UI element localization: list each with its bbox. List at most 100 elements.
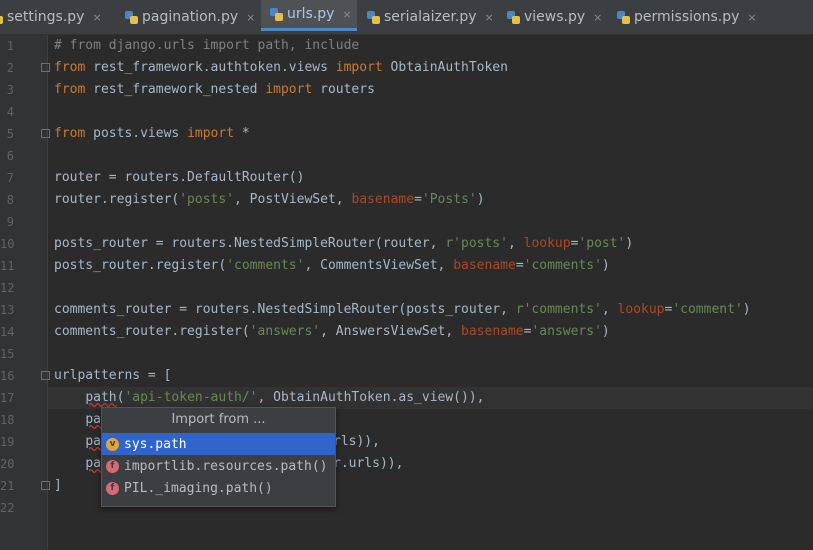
close-tab-icon[interactable]: × <box>246 11 255 24</box>
keyword-argument: basename <box>351 192 415 207</box>
tab-serialaizer-py[interactable]: serialaizer.py × <box>367 0 497 34</box>
code-text: , <box>507 236 524 251</box>
close-tab-icon[interactable]: × <box>92 11 101 24</box>
line-number: 12 <box>0 281 15 295</box>
close-tab-icon[interactable]: × <box>747 11 756 24</box>
close-tab-icon[interactable]: × <box>485 11 494 24</box>
code-line-10: posts_router = routers.NestedSimpleRoute… <box>54 233 633 255</box>
line-number: 1 <box>6 39 14 53</box>
line-number: 17 <box>0 391 15 405</box>
code-text: router.register( <box>54 192 180 207</box>
line-number: 19 <box>0 435 15 449</box>
code-line-1: # from django.urls import path, include <box>54 38 360 53</box>
tab-pagination-py[interactable]: pagination.py × <box>125 0 256 34</box>
string-literal: r'posts' <box>445 236 508 251</box>
code-text: , AnswersViewSet, <box>320 324 462 339</box>
keyword: import <box>265 82 313 97</box>
tab-views-py[interactable]: views.py × <box>507 0 607 34</box>
string-literal: 'answers' <box>531 324 602 339</box>
python-file-icon <box>367 10 380 24</box>
close-tab-icon[interactable]: × <box>593 11 602 24</box>
import-from-popup[interactable]: Import from ... v sys.path f importlib.r… <box>101 407 336 507</box>
python-file-icon <box>270 7 283 21</box>
python-file-icon <box>507 10 520 24</box>
code-text: ) <box>601 324 610 339</box>
string-literal: 'post' <box>578 236 626 251</box>
string-literal: 'comments' <box>226 258 305 273</box>
code-line-8: router.register('posts', PostViewSet, ba… <box>54 189 485 211</box>
popup-item-importlib-path[interactable]: f importlib.resources.path() <box>102 455 335 477</box>
code-text: ) <box>476 192 485 207</box>
keyword-argument: basename <box>461 324 524 339</box>
popup-item-label: sys.path <box>124 436 187 452</box>
line-number: 16 <box>0 369 15 383</box>
unresolved-reference[interactable]: path <box>85 390 116 405</box>
code-line-20: pa r.urls)), <box>54 453 403 475</box>
tab-label: views.py <box>524 9 586 25</box>
code-text: ) <box>601 258 610 273</box>
function-icon: f <box>106 459 119 473</box>
code-line-2: from rest_framework.authtoken.views impo… <box>54 57 508 79</box>
tab-label: pagination.py <box>142 9 239 25</box>
unresolved-reference[interactable]: pa <box>85 434 101 449</box>
code-text: comments_router = routers.NestedSimpleRo… <box>54 302 516 317</box>
imported-name: routers <box>312 82 375 97</box>
python-file-icon <box>0 11 3 24</box>
code-text: r.urls)), <box>333 456 404 471</box>
line-number: 11 <box>0 259 15 273</box>
keyword: from <box>54 60 86 75</box>
unresolved-reference[interactable]: pa <box>85 412 101 427</box>
code-text: ) <box>625 236 634 251</box>
keyword-argument: lookup <box>617 302 665 317</box>
unresolved-reference[interactable]: pa <box>85 456 101 471</box>
code-text: , PostViewSet, <box>234 192 352 207</box>
line-number: 5 <box>6 127 14 141</box>
code-text: comments_router.register( <box>54 324 250 339</box>
line-number: 7 <box>6 171 14 185</box>
code-text: , ObtainAuthToken.as_view()), <box>257 390 485 405</box>
code-text: = <box>515 258 524 273</box>
string-literal: r'comments' <box>515 302 602 317</box>
line-number: 14 <box>0 325 15 339</box>
line-number: 2 <box>6 61 14 75</box>
line-number-gutter[interactable]: 1 2 3 4 5 6 7 8 9 10 11 12 13 14 15 16 1… <box>0 35 50 550</box>
code-line-21: ] <box>54 478 62 493</box>
imported-name: * <box>234 126 250 141</box>
code-line-5: from posts.views import * <box>54 123 250 145</box>
code-line-7: router = routers.DefaultRouter() <box>54 170 305 185</box>
tab-urls-py[interactable]: urls.py × <box>261 0 357 31</box>
tab-settings-py[interactable]: settings.py × <box>0 0 102 34</box>
line-number: 20 <box>0 457 15 471</box>
module-path: posts.views <box>85 126 188 141</box>
code-line-18: pa <box>54 409 101 431</box>
keyword: from <box>54 82 86 97</box>
string-literal: 'posts' <box>179 192 235 207</box>
tab-label: serialaizer.py <box>384 9 477 25</box>
line-number: 4 <box>6 105 14 119</box>
popup-item-sys-path[interactable]: v sys.path <box>102 433 335 455</box>
line-number: 10 <box>0 237 15 251</box>
popup-item-label: PIL._imaging.path() <box>124 480 273 496</box>
string-literal: 'Posts' <box>421 192 477 207</box>
close-tab-icon[interactable]: × <box>342 8 351 21</box>
code-text: , <box>601 302 618 317</box>
code-text: , CommentsViewSet, <box>304 258 454 273</box>
popup-item-pil-imaging-path[interactable]: f PIL._imaging.path() <box>102 477 335 499</box>
string-literal: 'comments' <box>523 258 602 273</box>
tab-label: permissions.py <box>634 9 740 25</box>
keyword-argument: lookup <box>523 236 571 251</box>
string-literal: 'answers' <box>249 324 321 339</box>
line-number: 21 <box>0 479 15 493</box>
imported-name: ObtainAuthToken <box>382 60 508 75</box>
function-icon: f <box>106 481 119 495</box>
line-number: 9 <box>6 215 14 229</box>
module-path: rest_framework_nested <box>85 82 266 97</box>
tab-permissions-py[interactable]: permissions.py × <box>617 0 787 34</box>
line-number: 15 <box>0 347 15 361</box>
line-number: 3 <box>6 83 14 97</box>
keyword: import <box>335 60 383 75</box>
